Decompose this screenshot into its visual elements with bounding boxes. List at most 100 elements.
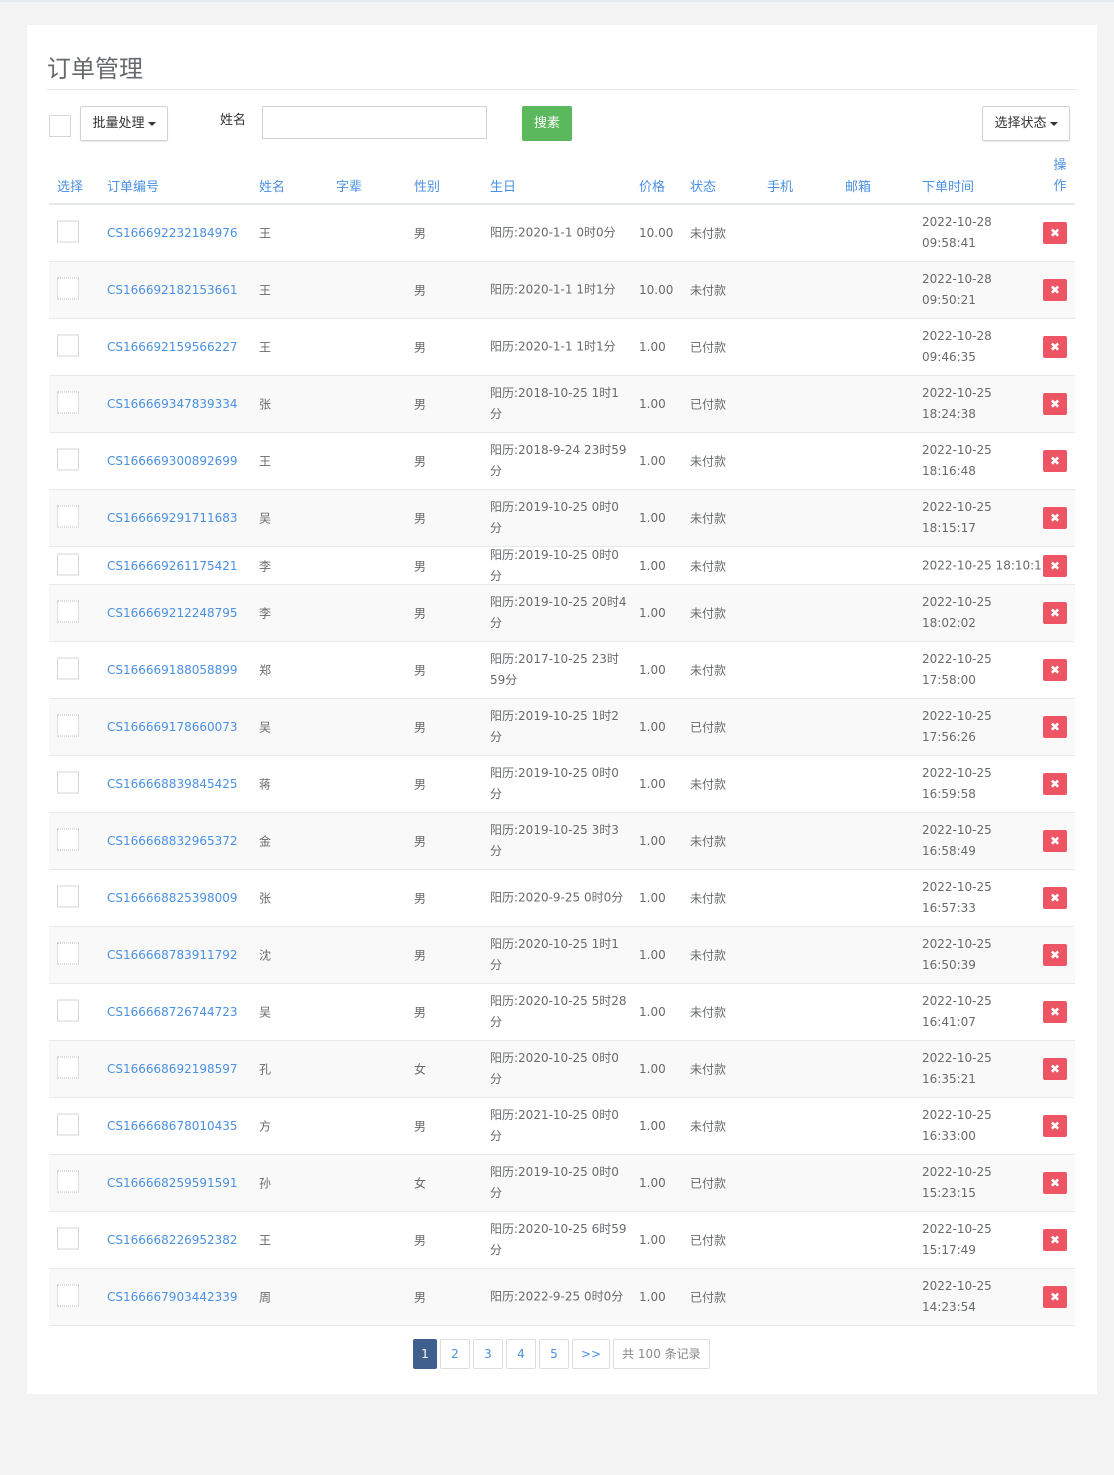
delete-button[interactable]: ✖ [1043,450,1067,472]
row-checkbox[interactable] [57,771,79,794]
table-row: CS166669188058899 郑 男 阳历:2017-10-25 23时59分 1… [49,642,1075,699]
birthday: 阳历:2017-10-25 23时59分 [490,652,619,687]
order-id-link[interactable]: CS166668259591591 [107,1176,238,1190]
price: 1.00 [639,558,666,573]
row-checkbox[interactable] [57,828,79,851]
order-id-link[interactable]: CS166667903442339 [107,1290,238,1304]
order-id-link[interactable]: CS166669300892699 [107,454,238,468]
birthday: 阳历:2020-1-1 1时1分 [490,282,616,297]
birthday: 阳历:2019-10-25 1时2分 [490,709,619,744]
name-filter-input[interactable] [262,106,487,139]
delete-button[interactable]: ✖ [1043,1229,1067,1251]
delete-button[interactable]: ✖ [1043,944,1067,966]
page-2-button[interactable]: 2 [440,1339,470,1369]
col-gender[interactable]: 性别 [414,176,440,195]
delete-button[interactable]: ✖ [1043,830,1067,852]
delete-button[interactable]: ✖ [1043,887,1067,909]
col-birthday[interactable]: 生日 [490,176,516,195]
next-page-button[interactable]: >> [572,1339,611,1369]
delete-button[interactable]: ✖ [1043,1286,1067,1308]
table-row: CS166668825398009 张 男 阳历:2020-9-25 0时0分 1.00… [49,870,1075,927]
delete-button[interactable]: ✖ [1043,507,1067,529]
delete-button[interactable]: ✖ [1043,716,1067,738]
row-checkbox[interactable] [57,505,79,528]
order-id-link[interactable]: CS166668226952382 [107,1233,238,1247]
delete-button[interactable]: ✖ [1043,279,1067,301]
delete-button[interactable]: ✖ [1043,1058,1067,1080]
delete-button[interactable]: ✖ [1043,1001,1067,1023]
order-id-link[interactable]: CS166692182153661 [107,283,238,297]
row-checkbox[interactable] [57,999,79,1022]
batch-action-dropdown[interactable]: 批量处理 [80,106,168,141]
delete-button[interactable]: ✖ [1043,602,1067,624]
row-checkbox[interactable] [57,220,79,243]
row-checkbox[interactable] [57,1113,79,1136]
order-id-link[interactable]: CS166669212248795 [107,606,238,620]
row-checkbox[interactable] [57,942,79,965]
order-id-link[interactable]: CS166668839845425 [107,777,238,791]
close-icon: ✖ [1049,1005,1061,1019]
page-1-button[interactable]: 1 [413,1339,437,1369]
order-id-link[interactable]: CS166669261175421 [107,559,238,573]
page-4-button[interactable]: 4 [506,1339,536,1369]
row-checkbox[interactable] [57,553,79,575]
col-price[interactable]: 价格 [639,176,665,195]
col-email[interactable]: 邮箱 [845,176,871,195]
table-row: CS166692159566227 王 男 阳历:2020-1-1 1时1分 1.00 已… [49,319,1075,376]
delete-button[interactable]: ✖ [1043,1115,1067,1137]
order-id-link[interactable]: CS166669178660073 [107,720,238,734]
delete-button[interactable]: ✖ [1043,393,1067,415]
delete-button[interactable]: ✖ [1043,336,1067,358]
row-checkbox[interactable] [57,1284,79,1307]
col-phone[interactable]: 手机 [767,176,793,195]
order-id-link[interactable]: CS166668783911792 [107,948,238,962]
col-order-no[interactable]: 订单编号 [107,176,159,195]
order-id-link[interactable]: CS166669291711683 [107,511,238,525]
page-3-button[interactable]: 3 [473,1339,503,1369]
row-checkbox[interactable] [57,1227,79,1250]
order-id-link[interactable]: CS166669347839334 [107,397,238,411]
col-status[interactable]: 状态 [690,176,716,195]
row-checkbox[interactable] [57,714,79,737]
customer-name: 王 [259,340,272,355]
page-5-button[interactable]: 5 [539,1339,569,1369]
order-id-link[interactable]: CS166692159566227 [107,340,238,354]
delete-button[interactable]: ✖ [1043,773,1067,795]
row-checkbox[interactable] [57,1056,79,1079]
row-checkbox[interactable] [57,334,79,357]
search-button[interactable]: 搜素 [522,106,572,141]
order-time: 2022-10-28 09:46:35 [922,329,992,364]
status-filter-dropdown[interactable]: 选择状态 [982,106,1070,141]
col-name[interactable]: 姓名 [259,176,285,195]
row-checkbox[interactable] [57,391,79,414]
order-id-link[interactable]: CS166668825398009 [107,891,238,905]
gender: 男 [414,1005,427,1020]
row-checkbox[interactable] [57,600,79,623]
delete-button[interactable]: ✖ [1043,1172,1067,1194]
close-icon: ✖ [1049,1290,1061,1304]
row-checkbox[interactable] [57,448,79,471]
order-id-link[interactable]: CS166692232184976 [107,226,238,240]
order-id-link[interactable]: CS166668832965372 [107,834,238,848]
row-checkbox[interactable] [57,1170,79,1193]
order-id-link[interactable]: CS166668726744723 [107,1005,238,1019]
order-id-link[interactable]: CS166668678010435 [107,1119,238,1133]
select-all-checkbox[interactable] [49,115,71,137]
price: 1.00 [639,1005,666,1019]
order-id-link[interactable]: CS166669188058899 [107,663,238,677]
row-checkbox[interactable] [57,277,79,300]
table-row: CS166668259591591 孙 女 阳历:2019-10-25 0时0分 1.0… [49,1155,1075,1212]
row-checkbox[interactable] [57,885,79,908]
payment-status: 未付款 [690,1005,727,1020]
delete-button[interactable]: ✖ [1043,554,1067,577]
row-checkbox[interactable] [57,657,79,680]
col-zibei[interactable]: 字辈 [336,176,362,195]
birthday: 阳历:2019-10-25 20时4分 [490,595,627,630]
delete-button[interactable]: ✖ [1043,659,1067,681]
close-icon: ✖ [1049,720,1061,734]
birthday: 阳历:2019-10-25 0时0分 [490,766,619,801]
order-id-link[interactable]: CS166668692198597 [107,1062,238,1076]
delete-button[interactable]: ✖ [1043,222,1067,244]
col-order-time[interactable]: 下单时间 [922,176,974,195]
gender: 男 [414,397,427,412]
